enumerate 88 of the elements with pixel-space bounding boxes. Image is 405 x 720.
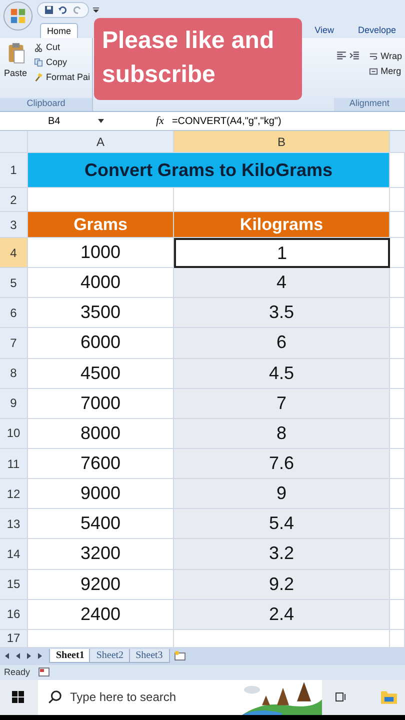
row-header[interactable]: 7 <box>0 328 28 359</box>
row-header[interactable]: 15 <box>0 570 28 600</box>
row-header[interactable]: 3 <box>0 212 28 238</box>
empty-cell <box>390 358 405 389</box>
empty-cell <box>390 418 405 449</box>
folder-icon[interactable] <box>381 690 397 704</box>
kilograms-cell: 5.4 <box>174 509 390 540</box>
formula-field[interactable]: =CONVERT(A4,"g","kg") <box>172 116 405 126</box>
kilograms-cell: 1 <box>174 238 390 268</box>
merge-icon <box>368 66 378 76</box>
macro-record-icon[interactable] <box>38 667 50 678</box>
save-icon[interactable] <box>44 5 54 15</box>
name-box[interactable]: B4 <box>0 116 98 126</box>
empty-cell <box>390 188 405 212</box>
insert-sheet-icon[interactable] <box>174 651 186 662</box>
row-header[interactable]: 6 <box>0 298 28 328</box>
title-cell: Convert Grams to KiloGrams <box>28 153 390 188</box>
row-header[interactable]: 12 <box>0 479 28 510</box>
row-header[interactable]: 8 <box>0 358 28 389</box>
cut-button[interactable]: Cut <box>33 41 92 53</box>
indent-icon[interactable] <box>348 50 360 61</box>
status-text: Ready <box>4 667 30 678</box>
merge-button[interactable]: Merg <box>368 65 403 77</box>
subscribe-banner: Please like and subscribe <box>94 18 302 100</box>
empty-cell <box>390 328 405 359</box>
kilograms-cell: 9 <box>174 479 390 510</box>
row-header[interactable]: 1 <box>0 153 28 188</box>
search-icon <box>48 690 62 704</box>
row-header[interactable]: 16 <box>0 600 28 630</box>
sheet-tab[interactable]: Sheet2 <box>89 649 131 664</box>
sheet-tab[interactable]: Sheet1 <box>49 649 92 664</box>
customize-caret-icon[interactable] <box>93 7 99 13</box>
brush-icon <box>34 72 44 82</box>
header-cell: Grams <box>28 212 174 238</box>
kilograms-cell: 7 <box>174 388 390 419</box>
kilograms-cell: 7.6 <box>174 448 390 480</box>
row-header[interactable]: 9 <box>0 388 28 419</box>
empty-cell <box>390 509 405 540</box>
kilograms-cell: 6 <box>174 328 390 359</box>
undo-icon[interactable] <box>58 5 68 15</box>
clipboard-icon <box>6 41 24 65</box>
empty-cell <box>390 570 405 600</box>
row-header[interactable]: 10 <box>0 418 28 449</box>
windows-start-icon[interactable] <box>12 691 24 704</box>
kilograms-cell: 8 <box>174 418 390 449</box>
wrap-icon <box>368 52 378 60</box>
empty-cell <box>390 448 405 480</box>
kilograms-cell: 4.5 <box>174 358 390 389</box>
row-header[interactable]: 2 <box>0 188 28 212</box>
row-header[interactable]: 14 <box>0 539 28 570</box>
kilograms-cell: 3.2 <box>174 539 390 570</box>
copy-button[interactable]: Copy <box>33 56 92 68</box>
empty-cell <box>390 238 405 268</box>
header-cell: Kilograms <box>174 212 390 238</box>
empty-cell <box>390 479 405 510</box>
column-header[interactable]: A <box>28 131 174 153</box>
group-label: Alignment <box>334 98 405 111</box>
task-view-icon[interactable] <box>334 691 346 704</box>
dropdown-caret-icon[interactable] <box>98 119 104 123</box>
scissors-icon <box>34 42 44 52</box>
align-left-icon[interactable] <box>336 50 347 61</box>
kilograms-cell: 2.4 <box>174 600 390 630</box>
format-painter-button[interactable]: Format Pai <box>33 71 92 83</box>
taskbar-search-field[interactable]: Type here to search <box>38 680 322 715</box>
empty-cell <box>390 539 405 570</box>
sheet-tab[interactable]: Sheet3 <box>128 649 170 664</box>
column-header[interactable]: B <box>174 131 390 153</box>
group-label: Clipboard <box>0 98 92 111</box>
row-header[interactable]: 4 <box>0 238 28 268</box>
row-header[interactable]: 17 <box>0 630 28 648</box>
kilograms-cell: 9.2 <box>174 570 390 600</box>
empty-cell <box>390 212 405 238</box>
empty-cell <box>390 600 405 630</box>
empty-cell <box>390 298 405 328</box>
paste-button[interactable]: Paste <box>2 41 30 95</box>
insert-function-button[interactable]: fx <box>156 115 164 127</box>
wrap-text-button[interactable]: Wrap <box>368 50 403 62</box>
row-header[interactable]: 5 <box>0 268 28 298</box>
copy-icon <box>34 58 44 66</box>
kilograms-cell: 4 <box>174 268 390 298</box>
kilograms-cell: 3.5 <box>174 298 390 328</box>
ribbon-tab[interactable]: Home <box>40 23 78 38</box>
row-header[interactable]: 13 <box>0 509 28 540</box>
empty-cell <box>390 388 405 419</box>
empty-cell <box>390 268 405 298</box>
ribbon-tab[interactable]: View <box>308 22 341 38</box>
ribbon-tab[interactable]: Develope <box>350 22 403 38</box>
row-header[interactable]: 11 <box>0 448 28 480</box>
